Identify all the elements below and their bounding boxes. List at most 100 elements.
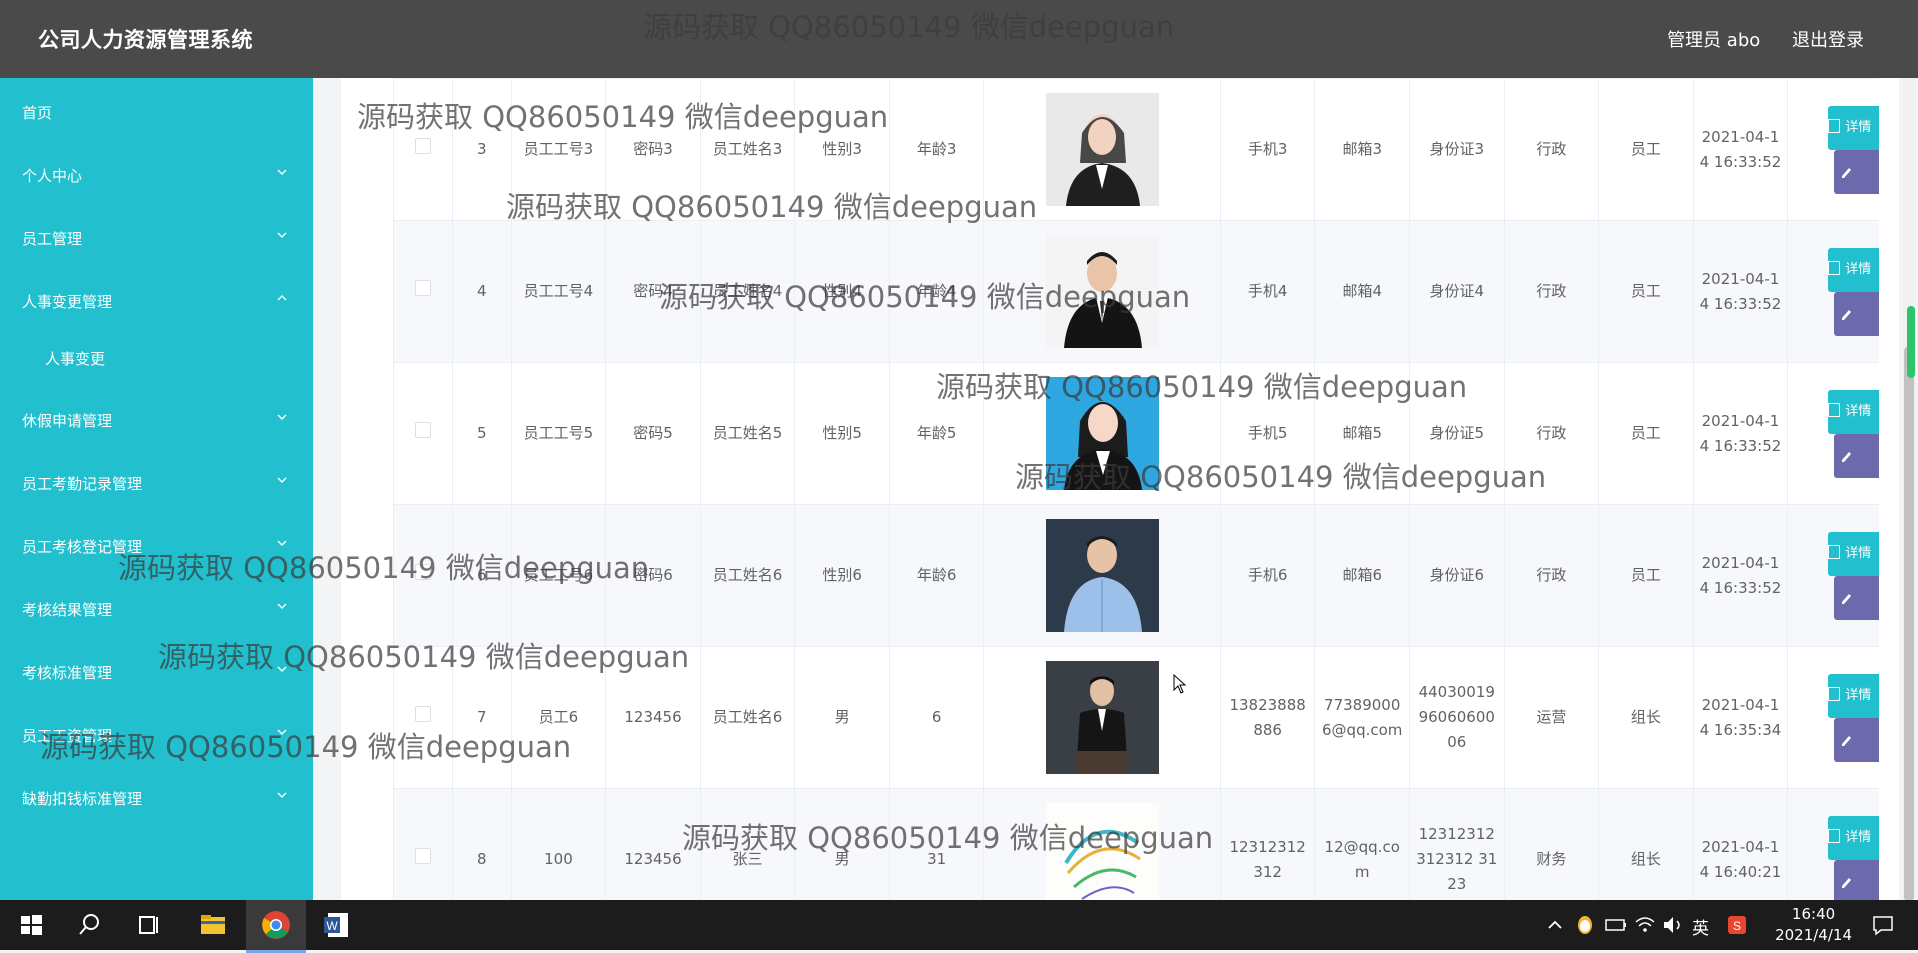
cell-name: 员工姓名6 <box>699 646 796 789</box>
document-icon <box>1828 260 1841 275</box>
cell-email: 邮箱5 <box>1314 362 1410 505</box>
detail-button-label: 详情 <box>1845 687 1872 703</box>
sogou-input-icon[interactable]: S <box>1720 908 1754 942</box>
sidebar-item-personnel-change[interactable]: 人事变更 <box>0 336 313 376</box>
cell-email: 邮箱6 <box>1314 504 1410 647</box>
sidebar-item-label: 个人中心 <box>22 167 83 185</box>
battery-icon[interactable] <box>1598 908 1632 942</box>
row-checkbox[interactable] <box>414 706 431 722</box>
chevron-up-icon[interactable] <box>1538 908 1572 942</box>
table-row: 7 员工6 123456 员工姓名6 男 6 13823888886 773890006@qq… <box>393 646 1879 789</box>
cell-gender: 性别3 <box>794 78 890 221</box>
qq-icon[interactable] <box>1568 908 1602 942</box>
sidebar-item-personnel-change-mgmt[interactable]: 人事变更管理 <box>0 279 313 319</box>
cell-time: 2021-04-14 16:35:34 <box>1692 646 1789 789</box>
row-checkbox[interactable] <box>414 280 431 296</box>
row-checkbox[interactable] <box>414 564 431 580</box>
employee-photo[interactable] <box>988 519 1215 632</box>
task-view-icon[interactable] <box>132 908 166 942</box>
sidebar-item-assessment-result[interactable]: 考核结果管理 <box>0 587 313 627</box>
cell-id-card: 身份证6 <box>1409 504 1505 647</box>
taskbar-clock[interactable]: 16:40 2021/4/14 <box>1775 904 1852 946</box>
detail-button-label: 详情 <box>1845 119 1872 135</box>
scrollbar-thumb[interactable] <box>1904 346 1914 900</box>
row-checkbox[interactable] <box>414 138 431 154</box>
notification-icon[interactable] <box>1866 908 1900 942</box>
cell-time: 2021-04-14 16:40:21 <box>1692 788 1789 900</box>
sidebar-item-attendance[interactable]: 员工考勤记录管理 <box>0 461 313 501</box>
cell-dept: 行政 <box>1503 78 1600 221</box>
employee-table: 3 员工工号3 密码3 员工姓名3 性别3 年龄3 手机3 邮箱3 身份证3 行政 员工 2021-0… <box>393 78 1879 900</box>
edit-button[interactable] <box>1834 859 1879 900</box>
sidebar-item-assessment-register[interactable]: 员工考核登记管理 <box>0 524 313 564</box>
edit-icon <box>1842 167 1852 178</box>
cell-id-card: 身份证4 <box>1409 220 1505 363</box>
cell-id-card: 440300199606060006 <box>1409 646 1505 789</box>
edit-icon <box>1842 877 1852 888</box>
sidebar-item-leave[interactable]: 休假申请管理 <box>0 398 313 438</box>
detail-button[interactable]: 详情 <box>1828 673 1879 718</box>
cell-id: 3 <box>451 78 512 221</box>
employee-photo[interactable] <box>988 93 1215 206</box>
employee-photo[interactable] <box>988 377 1215 490</box>
logout-link[interactable]: 退出登录 <box>1792 30 1864 51</box>
document-icon <box>1828 544 1841 559</box>
search-icon[interactable] <box>72 908 106 942</box>
volume-icon[interactable] <box>1656 908 1690 942</box>
ime-indicator[interactable]: 英 <box>1692 914 1709 939</box>
detail-button[interactable]: 详情 <box>1828 105 1879 150</box>
detail-button[interactable]: 详情 <box>1828 247 1879 292</box>
row-checkbox[interactable] <box>414 848 431 864</box>
cell-age: 年龄6 <box>888 504 985 647</box>
row-checkbox[interactable] <box>414 422 431 438</box>
table-scroll-area[interactable]: 3 员工工号3 密码3 员工姓名3 性别3 年龄3 手机3 邮箱3 身份证3 行政 员工 2021-0… <box>393 78 1879 900</box>
detail-button[interactable]: 详情 <box>1828 531 1879 576</box>
cell-photo <box>983 504 1221 647</box>
cell-time: 2021-04-14 16:33:52 <box>1692 504 1789 647</box>
detail-button-label: 详情 <box>1845 261 1872 277</box>
row-select-cell <box>393 788 453 900</box>
file-explorer-icon[interactable] <box>196 908 230 942</box>
cell-age: 年龄5 <box>888 362 985 505</box>
row-select-cell <box>393 646 453 789</box>
cell-dept: 财务 <box>1503 788 1600 900</box>
clock-time: 16:40 <box>1791 905 1836 923</box>
employee-photo[interactable] <box>988 235 1215 348</box>
edit-button[interactable] <box>1834 575 1879 620</box>
edit-button[interactable] <box>1834 717 1879 762</box>
cell-photo <box>983 220 1221 363</box>
cell-time: 2021-04-14 16:33:52 <box>1692 220 1789 363</box>
cell-name: 员工姓名5 <box>699 362 796 505</box>
windows-start-icon[interactable] <box>14 908 48 942</box>
sidebar-item-absence-deduction[interactable]: 缺勤扣钱标准管理 <box>0 776 313 816</box>
sidebar-item-salary[interactable]: 员工工资管理 <box>0 713 313 753</box>
sidebar-item-assessment-standard[interactable]: 考核标准管理 <box>0 650 313 690</box>
cell-age: 年龄3 <box>888 78 985 221</box>
employee-photo[interactable] <box>988 803 1215 900</box>
cell-emp-no: 员工工号3 <box>510 78 607 221</box>
svg-text:W: W <box>326 919 338 933</box>
cell-id-card: 身份证5 <box>1409 362 1505 505</box>
sidebar-item-home[interactable]: 首页 <box>0 90 313 130</box>
sidebar-item-profile[interactable]: 个人中心 <box>0 153 313 193</box>
chrome-taskbar-button[interactable] <box>246 900 306 953</box>
cell-password: 123456 <box>605 788 701 900</box>
current-user[interactable]: 管理员 abo <box>1667 30 1760 51</box>
edit-icon <box>1842 309 1852 320</box>
cell-name: 员工姓名4 <box>699 220 796 363</box>
word-icon[interactable]: W <box>320 908 354 942</box>
edit-button[interactable] <box>1834 149 1879 194</box>
edit-button[interactable] <box>1834 433 1879 478</box>
cell-phone: 手机4 <box>1219 220 1316 363</box>
sidebar-item-employees[interactable]: 员工管理 <box>0 216 313 256</box>
scroll-indicator <box>1907 306 1915 378</box>
detail-button[interactable]: 详情 <box>1828 815 1879 860</box>
document-icon <box>1828 686 1841 701</box>
windows-taskbar: W 英 S 16:40 2021/4/14 <box>0 900 1918 953</box>
cell-gender: 男 <box>794 646 890 789</box>
detail-button[interactable]: 详情 <box>1828 389 1879 434</box>
edit-button[interactable] <box>1834 291 1879 336</box>
cell-gender: 性别6 <box>794 504 890 647</box>
cell-time: 2021-04-14 16:33:52 <box>1692 362 1789 505</box>
cell-position: 员工 <box>1598 362 1694 505</box>
